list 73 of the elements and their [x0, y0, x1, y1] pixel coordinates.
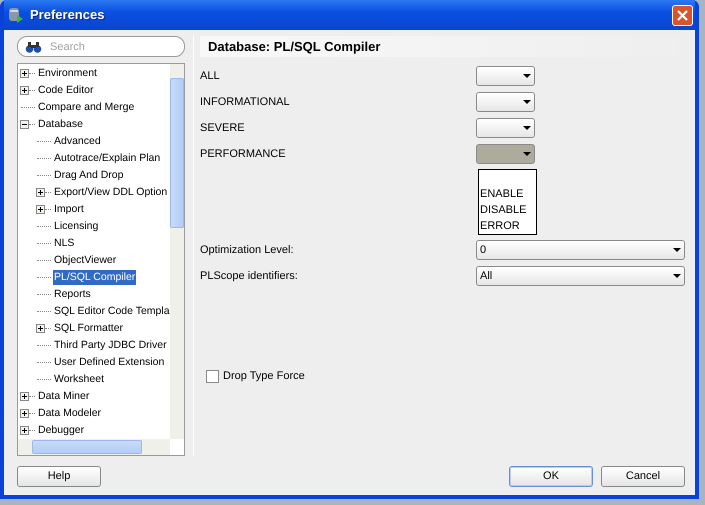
window-title: Preferences	[30, 6, 106, 24]
minus-icon	[21, 121, 28, 128]
tree-item[interactable]: Compare and Merge	[37, 100, 136, 116]
horizontal-scrollbar[interactable]	[18, 439, 170, 455]
dropdown-option[interactable]: ERROR	[479, 218, 536, 234]
tree-item[interactable]: Worksheet	[53, 372, 105, 388]
plus-icon	[37, 325, 44, 332]
dropdown[interactable]	[476, 92, 535, 112]
tree-item[interactable]: Drag And Drop	[53, 168, 124, 184]
expand-icon[interactable]	[20, 426, 29, 435]
expand-icon[interactable]	[20, 69, 29, 78]
tree-item[interactable]: NLS	[53, 236, 76, 252]
plus-icon	[21, 70, 28, 77]
dropdown-arrow-icon	[523, 100, 531, 104]
plus-icon	[21, 410, 28, 417]
binoculars-icon	[25, 40, 42, 53]
expand-icon[interactable]	[20, 86, 29, 95]
tree-item[interactable]: Advanced	[53, 134, 102, 150]
tree-item[interactable]: Environment	[37, 66, 98, 82]
dropdown[interactable]: All	[476, 266, 685, 286]
expand-icon[interactable]	[20, 409, 29, 418]
expand-icon[interactable]	[36, 324, 45, 333]
tree-item[interactable]: Debugger	[37, 422, 86, 438]
tree-item[interactable]: Third Party JDBC Driver	[53, 338, 168, 354]
dropdown[interactable]	[476, 66, 535, 86]
dropdown-arrow-icon	[523, 74, 531, 78]
dropdown-arrow-icon	[523, 152, 531, 156]
plus-icon	[37, 189, 44, 196]
expand-icon[interactable]	[36, 188, 45, 197]
tree-item[interactable]: Data Miner	[37, 388, 90, 404]
tree-item[interactable]: Code Editor	[37, 82, 94, 98]
close-icon	[676, 8, 689, 22]
dropdown-arrow-icon	[673, 274, 681, 278]
tree-item[interactable]: Licensing	[53, 218, 100, 234]
tree-item[interactable]: User Defined Extension	[53, 354, 166, 370]
field-label: PLScope identifiers:	[200, 268, 299, 284]
field-label: ALL	[200, 68, 221, 84]
dropdown-option[interactable]: DISABLE	[479, 202, 536, 218]
expand-icon[interactable]	[36, 205, 45, 214]
plus-icon	[21, 427, 28, 434]
close-button[interactable]	[672, 4, 693, 26]
tree-item[interactable]: SQL Editor Code Templa	[53, 304, 170, 320]
field-label: Optimization Level:	[200, 242, 295, 258]
field-label: PERFORMANCE	[200, 146, 287, 162]
plus-icon	[21, 87, 28, 94]
expand-icon[interactable]	[20, 392, 29, 401]
dropdown[interactable]: 0	[476, 240, 685, 260]
tree-item[interactable]: SQL Formatter	[53, 320, 124, 336]
tree-item[interactable]: Import	[53, 202, 85, 218]
tree-item[interactable]: Export/View DDL Option	[53, 184, 168, 200]
tree-item[interactable]: Database	[37, 116, 84, 132]
tree-item[interactable]: Autotrace/Explain Plan	[53, 150, 162, 166]
dialog-button[interactable]: Cancel	[601, 466, 685, 487]
dropdown-arrow-icon	[523, 126, 531, 130]
dialog-button[interactable]: Help	[17, 466, 101, 487]
checkbox-label: Drop Type Force	[223, 369, 305, 384]
field-label: INFORMATIONAL	[200, 94, 291, 110]
tree-item[interactable]: PL/SQL Compiler	[53, 270, 136, 286]
vertical-scrollbar[interactable]	[170, 64, 184, 439]
tree-item[interactable]: Data Modeler	[37, 406, 102, 422]
tree-item[interactable]: ObjectViewer	[53, 252, 118, 268]
checkbox[interactable]	[206, 370, 219, 383]
field-label: SEVERE	[200, 120, 246, 136]
tree-item[interactable]: Reports	[53, 286, 92, 302]
dialog-button[interactable]: OK	[509, 466, 593, 487]
collapse-icon[interactable]	[20, 120, 29, 129]
dropdown[interactable]	[476, 118, 535, 138]
search-field[interactable]: Search	[17, 36, 185, 57]
dropdown-arrow-icon	[673, 248, 681, 252]
dropdown-option[interactable]: ENABLE	[479, 186, 536, 202]
database-icon	[8, 6, 24, 24]
plus-icon	[37, 206, 44, 213]
plus-icon	[21, 393, 28, 400]
